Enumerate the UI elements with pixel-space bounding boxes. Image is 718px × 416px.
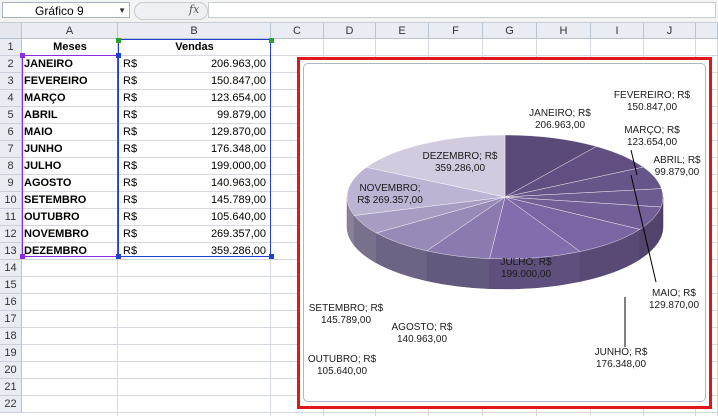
row-header[interactable]: 7 <box>0 141 22 158</box>
column-header[interactable]: F <box>429 23 483 39</box>
row-header[interactable]: 4 <box>0 90 22 107</box>
data-label[interactable]: MAIO; R$ 129.870,00 <box>614 288 718 312</box>
row-header[interactable]: 20 <box>0 362 22 379</box>
range-handle[interactable] <box>20 53 25 58</box>
row-header[interactable]: 13 <box>0 243 22 260</box>
formula-bar: Gráfico 9 ▼ fx <box>0 0 718 23</box>
row-header[interactable]: 8 <box>0 158 22 175</box>
range-handle[interactable] <box>116 254 121 259</box>
column-header[interactable]: I <box>591 23 644 39</box>
row-header[interactable]: 5 <box>0 107 22 124</box>
column-header[interactable]: E <box>376 23 429 39</box>
row-header[interactable]: 11 <box>0 209 22 226</box>
range-handle[interactable] <box>269 38 274 43</box>
range-handle[interactable] <box>116 38 121 43</box>
row-header[interactable]: 17 <box>0 311 22 328</box>
formula-input[interactable] <box>208 2 716 18</box>
row-header[interactable]: 15 <box>0 277 22 294</box>
row-header[interactable]: 18 <box>0 328 22 345</box>
row-header[interactable]: 22 <box>0 396 22 413</box>
data-label[interactable]: SETEMBRO; R$ 145.789,00 <box>286 303 406 327</box>
data-label[interactable]: FEVEREIRO; R$ 150.847,00 <box>592 90 712 114</box>
range-highlight-a <box>22 55 118 257</box>
data-label[interactable]: JUNHO; R$ 176.348,00 <box>561 347 681 371</box>
row-header[interactable]: 6 <box>0 124 22 141</box>
header-meses[interactable]: Meses <box>22 39 118 56</box>
row-header[interactable]: 10 <box>0 192 22 209</box>
column-header[interactable]: D <box>324 23 376 39</box>
data-label[interactable]: DEZEMBRO; R$ 359.286,00 <box>400 151 520 175</box>
data-label[interactable]: JULHO; R$ 199.000,00 <box>466 257 586 281</box>
data-label[interactable]: ABRIL; R$ 99.879,00 <box>617 155 718 179</box>
row-header[interactable]: 2 <box>0 56 22 73</box>
fx-icon[interactable]: fx <box>189 3 199 16</box>
row-header[interactable]: 1 <box>0 39 22 56</box>
data-label[interactable]: MARÇO; R$ 123.654,00 <box>592 125 712 149</box>
column-header[interactable]: A <box>22 23 118 39</box>
data-label[interactable]: NOVEMBRO; R$ 269.357,00 <box>330 183 450 207</box>
column-header[interactable]: C <box>271 23 324 39</box>
row-header[interactable]: 14 <box>0 260 22 277</box>
select-all-corner[interactable] <box>0 23 22 39</box>
row-header[interactable]: 16 <box>0 294 22 311</box>
column-header[interactable]: J <box>644 23 696 39</box>
row-header[interactable]: 19 <box>0 345 22 362</box>
name-box[interactable]: Gráfico 9 ▼ <box>2 2 130 18</box>
row-header[interactable]: 21 <box>0 379 22 396</box>
column-header[interactable]: B <box>118 23 271 39</box>
range-handle[interactable] <box>116 53 121 58</box>
row-header[interactable]: 9 <box>0 175 22 192</box>
range-handle[interactable] <box>20 254 25 259</box>
column-header[interactable]: G <box>483 23 537 39</box>
chevron-down-icon[interactable]: ▼ <box>118 3 126 19</box>
data-label[interactable]: OUTUBRO; R$ 105.640,00 <box>282 354 402 378</box>
row-header[interactable]: 12 <box>0 226 22 243</box>
name-box-value: Gráfico 9 <box>35 4 84 18</box>
range-highlight-b <box>118 39 271 257</box>
column-header[interactable] <box>696 23 718 39</box>
column-header[interactable]: H <box>537 23 591 39</box>
range-handle[interactable] <box>269 254 274 259</box>
row-header[interactable]: 3 <box>0 73 22 90</box>
